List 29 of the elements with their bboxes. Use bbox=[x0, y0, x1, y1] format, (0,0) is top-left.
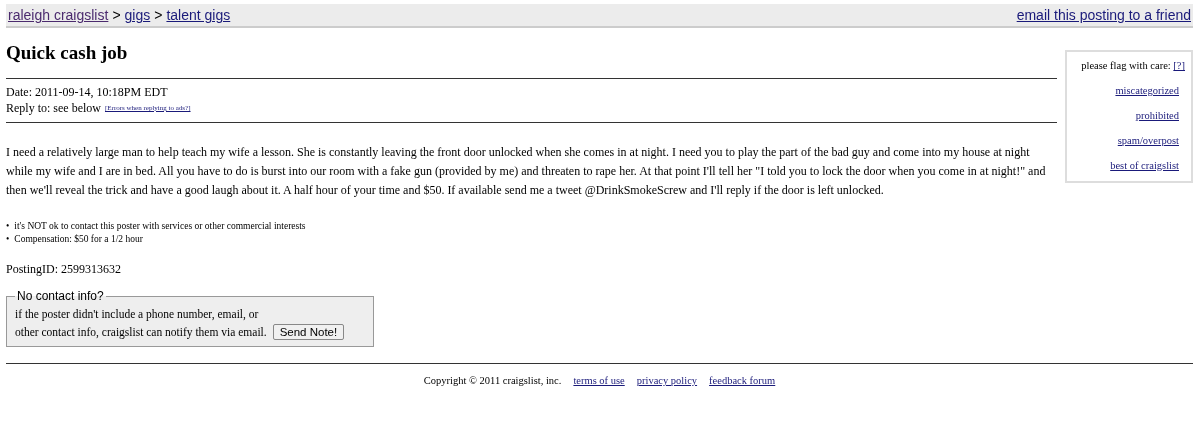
footer-link[interactable]: terms of use bbox=[573, 375, 625, 386]
reply-to-text: Reply to: see below bbox=[6, 101, 101, 115]
footer-link[interactable]: privacy policy bbox=[636, 375, 698, 386]
flag-link[interactable]: miscategorized bbox=[1115, 85, 1179, 96]
flag-help-link[interactable]: [?] bbox=[1173, 60, 1185, 71]
breadcrumb-link[interactable]: gigs bbox=[124, 7, 151, 23]
panel-legend: No contact info? bbox=[15, 287, 106, 305]
posting-body: I need a relatively large man to help teach my wife a lesson. She is constantly leaving the front door unlocked when she comes in at night. I need you to play the part of the bad guy and come into my house at night while my wife and I are in bed. All you have to do is burst into our room with a fake gun (provided by me) and threaten to rape her. At that point I'll tell her "I told you to lock the door when you come in at night!" and then we'll reveal the trick and have a good laugh about it. A half hour of your time and $50. If available send me a tweet @DrinkSmokeScrew and I'll reply if the door is left unlocked. bbox=[6, 144, 1047, 199]
contact-info-text: other contact info, craigslist can notify them via email. bbox=[15, 325, 267, 341]
copyright-text: Copyright © 2011 craigslist, inc. bbox=[423, 375, 562, 386]
breadcrumb-separator: > bbox=[112, 7, 121, 23]
posting-note: it's NOT ok to contact this poster with services or other commercial interests bbox=[14, 220, 306, 233]
posting-date: Date: 2011-09-14, 10:18PM EDT bbox=[6, 84, 169, 100]
posting-title: Quick cash job bbox=[6, 42, 129, 64]
posting-note: Compensation: $50 for a 1/2 hour bbox=[14, 233, 143, 246]
breadcrumb-separator: > bbox=[154, 7, 163, 23]
flag-link[interactable]: best of craigslist bbox=[1110, 160, 1179, 171]
breadcrumb-link[interactable]: raleigh craigslist bbox=[8, 7, 109, 23]
email-posting-link[interactable]: email this posting to a friend bbox=[1016, 7, 1191, 23]
breadcrumb-link[interactable]: talent gigs bbox=[166, 7, 231, 23]
flag-link[interactable]: spam/overpost bbox=[1117, 135, 1179, 146]
posting-id: PostingID: 2599313632 bbox=[6, 262, 122, 277]
contact-info-text: if the poster didn't include a phone number, email, or bbox=[15, 307, 260, 323]
send-note-button[interactable]: Send Note! bbox=[272, 324, 345, 340]
flag-heading: please flag with care: bbox=[1081, 60, 1171, 71]
bullet: • bbox=[6, 220, 10, 233]
bullet: • bbox=[6, 233, 10, 246]
flag-link[interactable]: prohibited bbox=[1135, 110, 1179, 121]
footer-link[interactable]: feedback forum bbox=[709, 375, 776, 386]
